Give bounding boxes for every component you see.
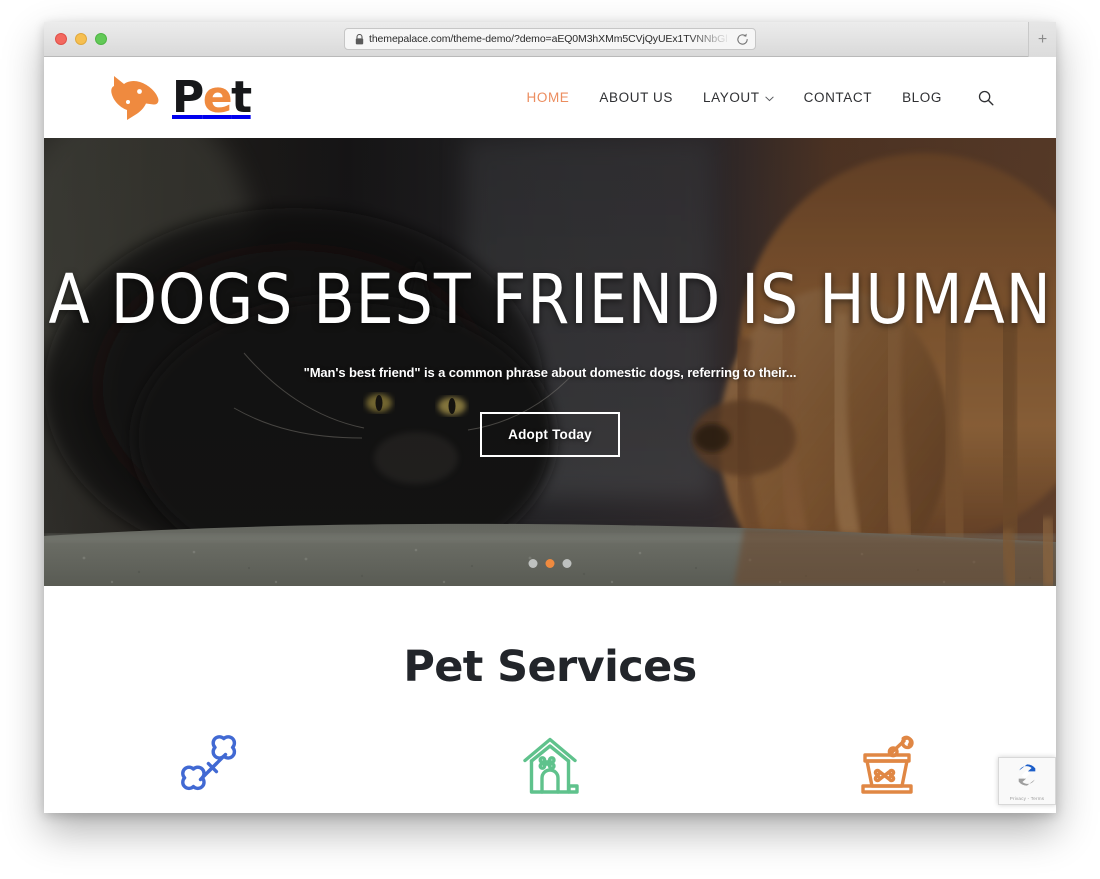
nav-item-blog[interactable]: BLOG	[902, 90, 942, 105]
logo-text-t: t	[231, 71, 252, 123]
window-controls	[55, 33, 107, 45]
reload-icon[interactable]	[736, 33, 749, 46]
logo-text-p: P	[172, 71, 204, 123]
recaptcha-links[interactable]: Privacy - Terms	[1010, 796, 1045, 801]
slider-dot-1[interactable]	[528, 559, 538, 568]
main-navigation: HOME ABOUT US LAYOUT CONTACT BLOG	[527, 90, 994, 106]
lock-icon	[355, 33, 364, 45]
services-heading: Pet Services	[403, 642, 697, 692]
slider-dot-2[interactable]	[545, 559, 555, 568]
nav-label-home: HOME	[526, 90, 570, 105]
slider-dot-3[interactable]	[562, 559, 572, 568]
nav-label-contact: CONTACT	[803, 90, 873, 105]
dog-bone-icon	[180, 734, 246, 805]
recaptcha-icon	[1013, 761, 1041, 794]
page-viewport: Pet HOME ABOUT US LAYOUT CONTACT BLOG A …	[44, 57, 1056, 813]
hero-title: A DOGS BEST FRIEND IS HUMAN	[48, 260, 1052, 340]
services-row	[44, 734, 1056, 805]
dog-house-icon	[517, 734, 583, 805]
maximize-window-button[interactable]	[95, 33, 107, 45]
url-text: themepalace.com/theme-demo/?demo=aEQ0M3h…	[369, 33, 728, 45]
recaptcha-badge[interactable]: Privacy - Terms	[998, 757, 1056, 805]
browser-window: themepalace.com/theme-demo/?demo=aEQ0M3h…	[44, 22, 1056, 813]
hero-subtitle: "Man's best friend" is a common phrase a…	[303, 365, 797, 380]
site-header: Pet HOME ABOUT US LAYOUT CONTACT BLOG	[44, 57, 1056, 138]
logo-text-e: e	[202, 71, 233, 123]
service-card-1[interactable]	[44, 734, 381, 805]
new-tab-button[interactable]: +	[1028, 22, 1056, 57]
nav-label-about-us: ABOUT US	[599, 90, 673, 105]
chevron-down-icon	[764, 90, 774, 105]
minimize-window-button[interactable]	[75, 33, 87, 45]
nav-item-layout[interactable]: LAYOUT	[703, 90, 774, 105]
close-window-button[interactable]	[55, 33, 67, 45]
service-card-2[interactable]	[381, 734, 718, 805]
page-root: themepalace.com/theme-demo/?demo=aEQ0M3h…	[0, 0, 1100, 879]
site-logo[interactable]: Pet	[106, 74, 252, 122]
slider-pagination	[528, 559, 572, 568]
address-bar[interactable]: themepalace.com/theme-demo/?demo=aEQ0M3h…	[344, 28, 756, 50]
nav-label-layout: LAYOUT	[703, 90, 760, 105]
nav-item-contact[interactable]: CONTACT	[804, 90, 872, 105]
browser-titlebar: themepalace.com/theme-demo/?demo=aEQ0M3h…	[44, 22, 1056, 57]
nav-label-blog: BLOG	[902, 90, 942, 105]
nav-item-about-us[interactable]: ABOUT US	[599, 90, 673, 105]
hero-slider: A DOGS BEST FRIEND IS HUMAN "Man's best …	[44, 138, 1056, 586]
logo-wordmark: Pet	[172, 75, 252, 120]
nav-item-home[interactable]: HOME	[527, 90, 570, 105]
food-bowl-icon	[852, 734, 922, 805]
search-icon[interactable]	[978, 90, 994, 106]
dog-head-icon	[106, 74, 164, 122]
adopt-today-button[interactable]: Adopt Today	[480, 412, 620, 457]
pet-services-section: Pet Services	[44, 586, 1056, 813]
hero-content: A DOGS BEST FRIEND IS HUMAN "Man's best …	[44, 138, 1056, 586]
